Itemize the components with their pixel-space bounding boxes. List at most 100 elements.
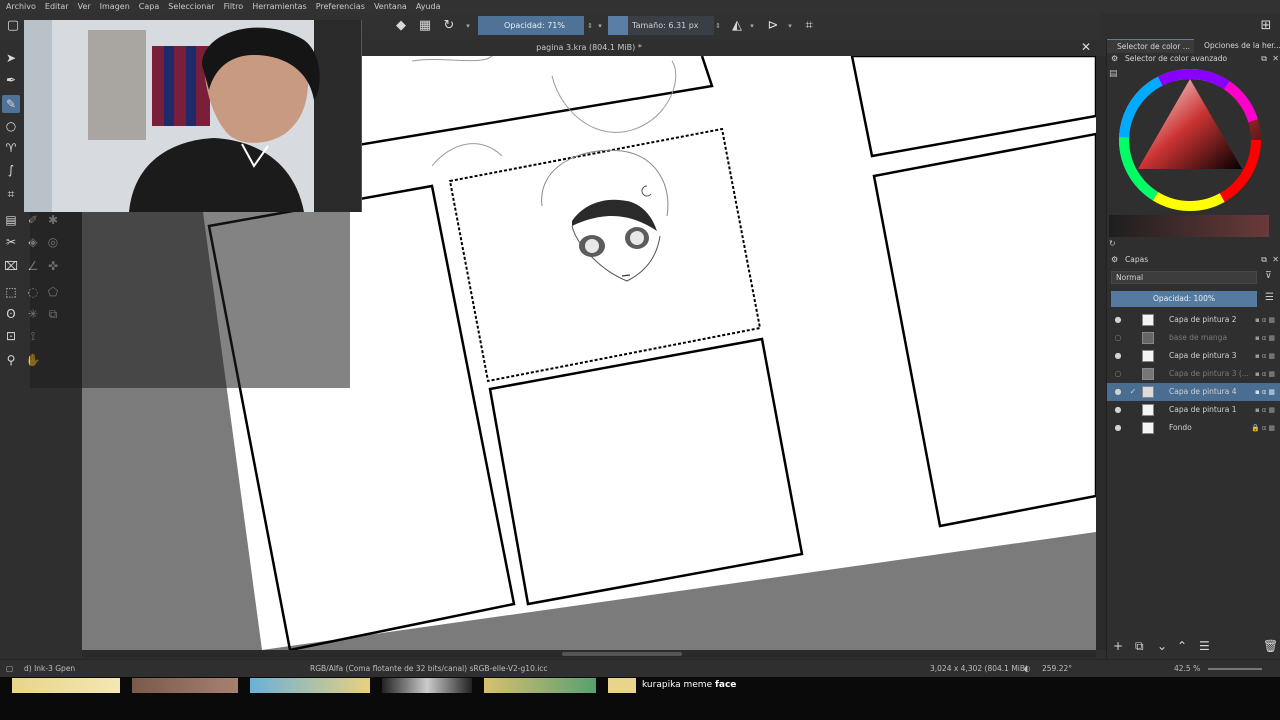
- menu-imagen[interactable]: Imagen: [100, 0, 130, 13]
- layer-row[interactable]: ● ✓ Capa de pintura 4 ▪α▦: [1107, 383, 1280, 401]
- menu-herramientas[interactable]: Herramientas: [252, 0, 307, 13]
- layer-row[interactable]: ● Capa de pintura 1 ▪α▦: [1107, 401, 1280, 419]
- eye-icon[interactable]: ●: [1112, 401, 1124, 419]
- filter-icon[interactable]: ⊽: [1265, 271, 1272, 281]
- tab-tool-options[interactable]: Opciones de la her...: [1194, 39, 1280, 53]
- layer-status-icons[interactable]: ▪α▦: [1255, 383, 1277, 401]
- alpha-lock-icon[interactable]: ▦: [416, 17, 434, 35]
- float-panel-icon[interactable]: ⧉: [1261, 254, 1267, 266]
- opacity-slider[interactable]: Opacidad: 71%: [478, 16, 584, 35]
- eye-hidden-icon[interactable]: ○: [1112, 365, 1124, 383]
- chevron-down-icon[interactable]: ▾: [596, 17, 604, 35]
- close-icon[interactable]: ✕: [1272, 254, 1279, 266]
- eye-hidden-icon[interactable]: ○: [1112, 329, 1124, 347]
- menu-filtro[interactable]: Filtro: [224, 0, 244, 13]
- taskbar-label-text: kurapika meme: [642, 680, 713, 690]
- eye-icon[interactable]: ●: [1112, 419, 1124, 437]
- move-up-icon[interactable]: ⌃: [1177, 639, 1187, 653]
- properties-icon[interactable]: ☰: [1199, 639, 1210, 653]
- crop-tool-icon[interactable]: ⌗: [2, 185, 20, 203]
- layer-row[interactable]: ● Fondo 🔒α▦: [1107, 419, 1280, 437]
- reload-preset-icon[interactable]: ↻: [440, 17, 458, 35]
- lasso-select-tool-icon[interactable]: ʘ: [2, 305, 20, 323]
- lock-icon[interactable]: 🔒α▦: [1251, 419, 1277, 437]
- blend-mode-select[interactable]: Normal: [1111, 271, 1257, 284]
- new-document-icon[interactable]: ▢: [4, 17, 22, 35]
- taskbar-label-bold: face: [714, 680, 737, 690]
- workspace-icon[interactable]: ⊞: [1257, 17, 1275, 35]
- settings-icon[interactable]: ⚙: [1111, 53, 1118, 65]
- layer-opacity-slider[interactable]: Opacidad: 100%: [1111, 291, 1257, 307]
- size-stepper-icon[interactable]: ⇕: [714, 17, 722, 35]
- thumbnail-image[interactable]: [608, 678, 636, 693]
- thumbnail-image[interactable]: [250, 678, 370, 693]
- layer-status-icons[interactable]: ▪α▦: [1255, 347, 1277, 365]
- bezier-select-tool-icon[interactable]: ⊡: [2, 327, 20, 345]
- chevron-down-icon[interactable]: ▾: [748, 17, 756, 35]
- add-layer-icon[interactable]: +: [1113, 639, 1123, 653]
- zoom-tool-icon[interactable]: ⚲: [2, 351, 20, 369]
- layer-row[interactable]: ○ base de manga ▪α▦: [1107, 329, 1280, 347]
- select-shapes-tool-icon[interactable]: ➤: [2, 49, 20, 67]
- size-slider[interactable]: Tamaño: 6.31 px: [628, 16, 714, 35]
- rect-select-tool-icon[interactable]: ⬚: [2, 283, 20, 301]
- chevron-down-icon[interactable]: ▾: [464, 17, 472, 35]
- mirror-vertical-icon[interactable]: ⊳: [764, 17, 782, 35]
- layer-row[interactable]: ● Capa de pintura 2 ▪α▦: [1107, 311, 1280, 329]
- eye-icon[interactable]: ●: [1112, 383, 1124, 401]
- thumbnail-image[interactable]: [382, 678, 472, 693]
- eye-icon[interactable]: ●: [1112, 311, 1124, 329]
- duplicate-layer-icon[interactable]: ⧉: [1135, 639, 1144, 654]
- horizontal-scrollbar[interactable]: [82, 650, 1096, 658]
- delete-layer-icon[interactable]: 🗑: [1263, 639, 1278, 653]
- zoom-slider[interactable]: [1208, 668, 1262, 670]
- close-icon[interactable]: ✕: [1079, 40, 1093, 54]
- menu-editar[interactable]: Editar: [45, 0, 69, 13]
- menu-ver[interactable]: Ver: [78, 0, 91, 13]
- brush-icon[interactable]: ▢: [6, 660, 13, 678]
- move-down-icon[interactable]: ⌄: [1157, 639, 1167, 653]
- layer-status-icons[interactable]: ▪α▦: [1255, 311, 1277, 329]
- mirror-horizontal-icon[interactable]: ◭: [728, 17, 746, 35]
- eraser-icon[interactable]: ◆: [392, 17, 410, 35]
- eye-icon[interactable]: ●: [1112, 347, 1124, 365]
- transform-tool-icon[interactable]: ⌧: [2, 257, 20, 275]
- menu-ventana[interactable]: Ventana: [374, 0, 407, 13]
- bezier-tool-icon[interactable]: ♈: [2, 139, 20, 157]
- scrollbar-thumb[interactable]: [562, 652, 682, 656]
- crop-icon[interactable]: ⌗: [800, 17, 818, 35]
- layer-row[interactable]: ● Capa de pintura 3 ▪α▦: [1107, 347, 1280, 365]
- gradient-tool-icon[interactable]: ▤: [2, 211, 20, 229]
- ellipse-tool-icon[interactable]: ○: [2, 117, 20, 135]
- layer-status-icons[interactable]: ▪α▦: [1255, 365, 1277, 383]
- color-history[interactable]: [1109, 215, 1269, 237]
- menu-seleccionar[interactable]: Seleccionar: [168, 0, 214, 13]
- menu-preferencias[interactable]: Preferencias: [316, 0, 365, 13]
- layer-thumbnail: [1142, 368, 1154, 380]
- freehand-path-tool-icon[interactable]: ∫: [2, 161, 20, 179]
- multibrush-tool-icon[interactable]: ✂: [2, 233, 20, 251]
- menu-ayuda[interactable]: Ayuda: [416, 0, 441, 13]
- thumbnail-image[interactable]: [484, 678, 596, 693]
- thumbnail-image[interactable]: [132, 678, 238, 693]
- menu-icon[interactable]: ☰: [1265, 292, 1274, 303]
- layer-row[interactable]: ○ Capa de pintura 3 (... ▪α▦: [1107, 365, 1280, 383]
- float-panel-icon[interactable]: ⧉: [1261, 53, 1267, 65]
- tab-color-selector[interactable]: Selector de color ...: [1107, 39, 1194, 53]
- layer-status-icons[interactable]: ▪α▦: [1255, 401, 1277, 419]
- vertical-scrollbar[interactable]: [1096, 56, 1106, 650]
- taskbar-label[interactable]: kurapika meme face: [642, 678, 736, 693]
- opacity-stepper-icon[interactable]: ⇕: [586, 17, 594, 35]
- thumbnail-image[interactable]: [12, 678, 120, 693]
- menu-archivo[interactable]: Archivo: [6, 0, 36, 13]
- settings-icon[interactable]: ⚙: [1111, 254, 1118, 266]
- calligraphy-tool-icon[interactable]: ✒: [2, 71, 20, 89]
- close-icon[interactable]: ✕: [1272, 53, 1279, 65]
- menu-capa[interactable]: Capa: [139, 0, 159, 13]
- chevron-down-icon[interactable]: ▾: [786, 17, 794, 35]
- refresh-icon[interactable]: ↻: [1109, 239, 1116, 248]
- brush-preset-name: d) Ink-3 Gpen: [24, 664, 76, 673]
- color-wheel[interactable]: [1115, 65, 1265, 215]
- freehand-brush-tool-icon[interactable]: ✎: [2, 95, 20, 113]
- layer-status-icons[interactable]: ▪α▦: [1255, 329, 1277, 347]
